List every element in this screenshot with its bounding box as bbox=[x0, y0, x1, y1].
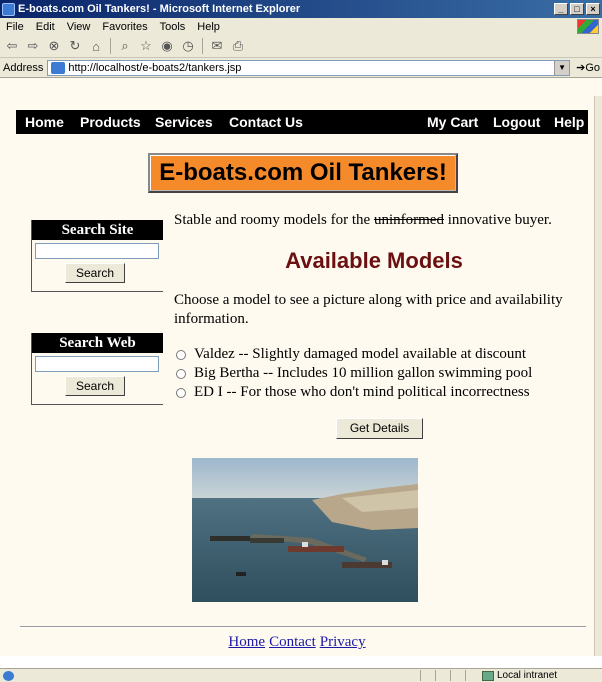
address-input[interactable]: http://localhost/e-boats2/tankers.jsp ▼ bbox=[47, 59, 571, 76]
menu-file[interactable]: File bbox=[0, 21, 30, 33]
footer-home-link[interactable]: Home bbox=[228, 634, 265, 650]
history-icon[interactable]: ◷ bbox=[179, 37, 197, 55]
security-zone: Local intranet bbox=[482, 670, 557, 681]
status-pane bbox=[450, 669, 465, 681]
print-icon[interactable]: ⎙ bbox=[229, 37, 247, 55]
status-bar: Local intranet bbox=[0, 668, 602, 682]
address-bar: Address http://localhost/e-boats2/tanker… bbox=[0, 58, 602, 78]
search-web-box: Search Web Search bbox=[31, 333, 163, 405]
section-heading: Available Models bbox=[285, 248, 463, 273]
radio-button[interactable] bbox=[176, 368, 186, 379]
address-url: http://localhost/e-boats2/tankers.jsp bbox=[68, 61, 242, 74]
get-details-button[interactable]: Get Details bbox=[336, 418, 423, 439]
intro-text: Stable and roomy models for the uninform… bbox=[174, 212, 594, 229]
ie-icon bbox=[2, 2, 15, 16]
search-site-button[interactable]: Search bbox=[65, 263, 125, 283]
refresh-icon[interactable]: ↻ bbox=[66, 37, 84, 55]
favorites-icon[interactable]: ☆ bbox=[137, 37, 155, 55]
choose-instructions: Choose a model to see a picture along wi… bbox=[174, 292, 563, 327]
toolbar-separator bbox=[110, 38, 111, 54]
model-label: ED I -- For those who don't mind politic… bbox=[194, 384, 530, 400]
page-icon bbox=[51, 61, 66, 74]
vertical-scrollbar[interactable] bbox=[594, 96, 602, 656]
search-site-input[interactable] bbox=[35, 243, 159, 259]
model-option[interactable]: Valdez -- Slightly damaged model availab… bbox=[176, 346, 526, 363]
status-pane bbox=[435, 669, 450, 681]
media-icon[interactable]: ◉ bbox=[158, 37, 176, 55]
home-icon[interactable]: ⌂ bbox=[87, 37, 105, 55]
footer-links: Home Contact Privacy bbox=[0, 634, 594, 651]
nav-home[interactable]: Home bbox=[25, 114, 64, 130]
intro-after: innovative buyer. bbox=[443, 212, 552, 228]
nav-products[interactable]: Products bbox=[80, 114, 141, 130]
nav-logout[interactable]: Logout bbox=[493, 114, 540, 130]
address-label: Address bbox=[3, 61, 44, 74]
zone-label: Local intranet bbox=[497, 670, 558, 681]
go-button[interactable]: ➔Go bbox=[570, 61, 602, 74]
intro-struck-word: uninformed bbox=[373, 212, 444, 228]
browser-toolbar: ⇦ ⇨ ⊗ ↻ ⌂ ⌕ ☆ ◉ ◷ ✉ ⎙ bbox=[0, 35, 602, 58]
menu-favorites[interactable]: Favorites bbox=[96, 21, 153, 33]
search-icon[interactable]: ⌕ bbox=[116, 37, 134, 55]
chevron-down-icon[interactable]: ▼ bbox=[554, 60, 570, 75]
page-viewport: Home Products Services Contact Us My Car… bbox=[0, 96, 594, 656]
tanker-photo bbox=[192, 458, 418, 602]
page-top-area bbox=[0, 78, 602, 96]
page-banner: E-boats.com Oil Tankers! bbox=[148, 153, 458, 193]
windows-logo-icon bbox=[577, 19, 599, 34]
model-label: Valdez -- Slightly damaged model availab… bbox=[194, 346, 526, 362]
radio-button[interactable] bbox=[176, 387, 186, 398]
intranet-icon bbox=[482, 670, 494, 681]
footer-divider bbox=[20, 626, 586, 628]
nav-services[interactable]: Services bbox=[155, 114, 213, 130]
menu-help[interactable]: Help bbox=[191, 21, 226, 33]
go-label: Go bbox=[585, 62, 600, 74]
status-pane bbox=[420, 669, 435, 681]
menu-edit[interactable]: Edit bbox=[30, 21, 61, 33]
minimize-button[interactable]: _ bbox=[554, 3, 568, 15]
menu-tools[interactable]: Tools bbox=[154, 21, 192, 33]
footer-privacy-link[interactable]: Privacy bbox=[320, 634, 366, 650]
toolbar-separator bbox=[202, 38, 203, 54]
search-web-button[interactable]: Search bbox=[65, 376, 125, 396]
mail-icon[interactable]: ✉ bbox=[208, 37, 226, 55]
model-option[interactable]: Big Bertha -- Includes 10 million gallon… bbox=[176, 365, 532, 382]
model-option[interactable]: ED I -- For those who don't mind politic… bbox=[176, 384, 530, 401]
window-title-bar: E-boats.com Oil Tankers! - Microsoft Int… bbox=[0, 0, 602, 18]
search-web-input[interactable] bbox=[35, 356, 159, 372]
nav-contact-us[interactable]: Contact Us bbox=[229, 114, 303, 130]
close-button[interactable]: × bbox=[586, 3, 600, 15]
back-arrow-icon[interactable]: ⇦ bbox=[3, 37, 21, 55]
status-pane bbox=[465, 669, 480, 681]
stop-icon[interactable]: ⊗ bbox=[45, 37, 63, 55]
nav-help[interactable]: Help bbox=[554, 114, 584, 130]
window-title: E-boats.com Oil Tankers! - Microsoft Int… bbox=[18, 3, 301, 15]
search-site-box: Search Site Search bbox=[31, 220, 163, 292]
site-nav-bar: Home Products Services Contact Us My Car… bbox=[16, 110, 588, 134]
radio-button[interactable] bbox=[176, 349, 186, 360]
search-web-title: Search Web bbox=[32, 333, 163, 353]
status-panes bbox=[420, 669, 480, 682]
search-site-title: Search Site bbox=[32, 220, 163, 240]
footer-contact-link[interactable]: Contact bbox=[269, 634, 316, 650]
page-status-icon bbox=[3, 670, 14, 681]
menu-bar: File Edit View Favorites Tools Help bbox=[0, 18, 602, 36]
forward-arrow-icon[interactable]: ⇨ bbox=[24, 37, 42, 55]
nav-my-cart[interactable]: My Cart bbox=[427, 114, 478, 130]
model-label: Big Bertha -- Includes 10 million gallon… bbox=[194, 365, 533, 381]
menu-view[interactable]: View bbox=[61, 21, 97, 33]
maximize-button[interactable]: □ bbox=[570, 3, 584, 15]
intro-before: Stable and roomy models for the bbox=[174, 212, 374, 228]
